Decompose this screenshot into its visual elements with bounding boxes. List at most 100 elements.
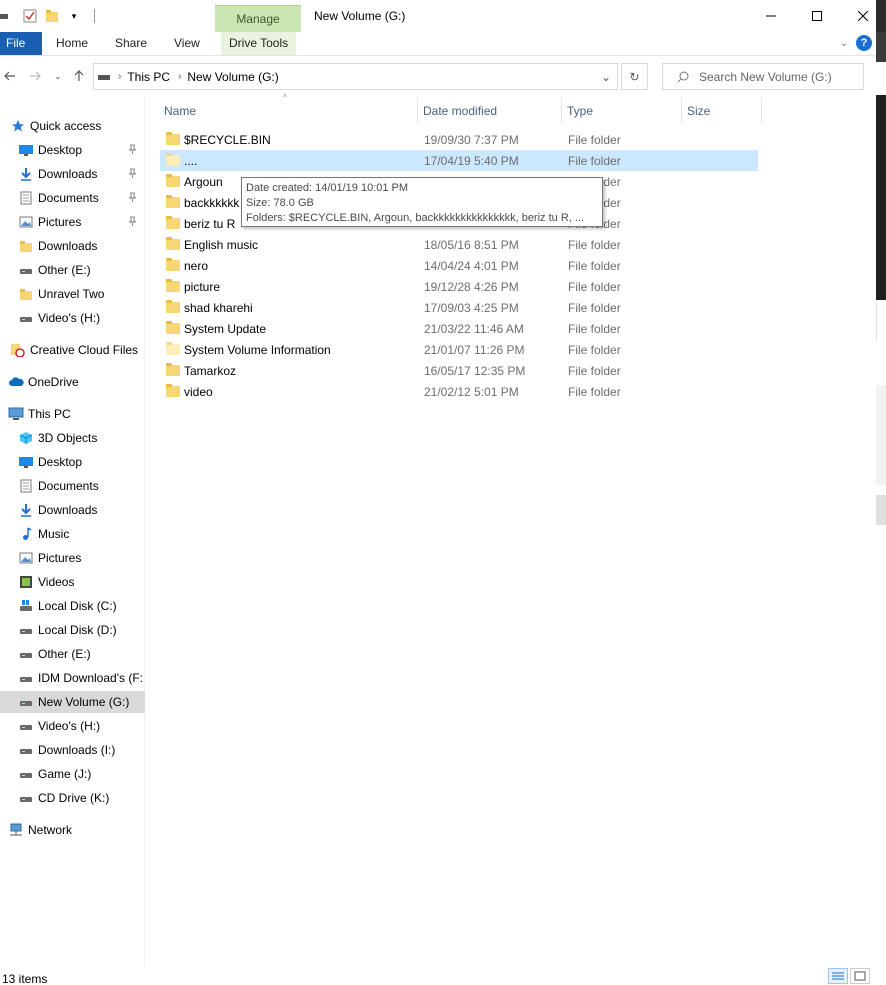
expand-ribbon-icon[interactable]: ⌄ (840, 38, 848, 49)
column-header-size[interactable]: Size (683, 98, 762, 124)
chevron-right-icon[interactable]: › (118, 71, 121, 82)
sidebar-item[interactable]: Desktop (0, 451, 145, 473)
sidebar-item[interactable]: OneDrive (0, 371, 145, 393)
back-button[interactable] (0, 66, 20, 86)
minimize-button[interactable] (748, 0, 794, 32)
sidebar-item[interactable]: Desktop (0, 139, 145, 161)
forward-arrow-icon (30, 71, 41, 81)
large-icons-view-button[interactable] (850, 968, 870, 984)
forward-button[interactable] (25, 66, 45, 86)
drive-icon[interactable] (0, 8, 8, 24)
up-button[interactable] (69, 66, 89, 86)
chevron-right-icon[interactable]: › (178, 71, 181, 82)
sidebar-item[interactable]: Downloads (0, 499, 145, 521)
sidebar-item[interactable]: Downloads (0, 235, 145, 257)
file-type: File folder (568, 259, 621, 273)
sidebar-item[interactable]: Videos (0, 571, 145, 593)
pin-icon[interactable] (128, 144, 137, 157)
refresh-button[interactable]: ↻ (621, 63, 648, 90)
sidebar-item[interactable]: Other (E:) (0, 643, 145, 665)
tab-drive-tools[interactable]: Drive Tools (221, 32, 297, 55)
new-folder-icon[interactable] (44, 8, 60, 24)
file-row[interactable]: Tamarkoz 16/05/17 12:35 PM File folder (160, 360, 758, 381)
column-header-type[interactable]: Type (563, 98, 682, 124)
file-row[interactable]: System Update 21/03/22 11:46 AM File folde… (160, 318, 758, 339)
sidebar-item[interactable]: CD Drive (K:) (0, 787, 145, 809)
properties-icon[interactable] (22, 8, 38, 24)
pin-icon[interactable] (128, 168, 137, 181)
sidebar-item[interactable]: Unravel Two (0, 283, 145, 305)
sidebar-item[interactable]: IDM Download's (F: (0, 667, 145, 689)
file-row[interactable]: picture 19/12/28 4:26 PM File folder (160, 276, 758, 297)
sidebar-item-label: Network (28, 823, 73, 837)
sidebar-item[interactable]: Local Disk (D:) (0, 619, 145, 641)
file-row[interactable]: English music 18/05/16 8:51 PM File folder (160, 234, 758, 255)
sidebar-item-label: Videos (38, 575, 75, 589)
column-header-name[interactable]: Name (160, 98, 418, 124)
sidebar-item-label: Downloads (38, 239, 98, 253)
sidebar-item[interactable]: Downloads (0, 163, 145, 185)
file-date-modified: 21/02/12 5:01 PM (424, 385, 519, 399)
column-header-date-modified[interactable]: Date modified (419, 98, 562, 124)
sidebar-item[interactable]: Music (0, 523, 145, 545)
tab-home[interactable]: Home (56, 32, 88, 55)
file-row[interactable]: $RECYCLE.BIN 19/09/30 7:37 PM File folder (160, 129, 758, 150)
search-input[interactable] (699, 69, 859, 84)
file-row[interactable]: video 21/02/12 5:01 PM File folder (160, 381, 758, 402)
sidebar-item-label: Documents (38, 479, 99, 493)
drive-icon (18, 742, 34, 758)
background-window-edge (876, 95, 886, 300)
tab-view[interactable]: View (174, 32, 200, 55)
file-name: Tamarkoz (184, 364, 237, 378)
tab-share[interactable]: Share (115, 32, 147, 55)
folder-info-tooltip: Date created: 14/01/19 10:01 PM Size: 78… (241, 177, 603, 227)
maximize-button[interactable] (794, 0, 840, 32)
sidebar-item[interactable]: Network (0, 819, 145, 841)
file-name: picture (184, 280, 221, 294)
sidebar-item[interactable]: Video's (H:) (0, 307, 145, 329)
sidebar-item[interactable]: Local Disk (C:) (0, 595, 145, 617)
address-dropdown-icon[interactable]: ⌄ (601, 70, 611, 84)
creative-cloud-icon (10, 342, 26, 358)
breadcrumb-this-pc[interactable]: This PC (127, 70, 170, 84)
pin-icon[interactable] (128, 216, 137, 229)
recent-locations-button[interactable]: ⌄ (48, 66, 68, 86)
sidebar-item[interactable]: Game (J:) (0, 763, 145, 785)
sidebar-item[interactable]: This PC (0, 403, 145, 425)
chevron-down-icon: ⌄ (54, 70, 62, 81)
sort-ascending-icon: ^ (283, 93, 287, 102)
drive-icon (18, 766, 34, 782)
file-type: File folder (568, 238, 621, 252)
file-row[interactable]: .... 17/04/19 5:40 PM File folder (160, 150, 758, 171)
file-row[interactable]: System Volume Information 21/01/07 11:26 … (160, 339, 758, 360)
pin-icon[interactable] (128, 192, 137, 205)
folder-icon (166, 258, 180, 272)
sidebar-item[interactable]: Video's (H:) (0, 715, 145, 737)
search-box[interactable] (662, 63, 864, 90)
sidebar-item[interactable]: New Volume (G:) (0, 691, 145, 713)
sidebar-item[interactable]: Documents (0, 475, 145, 497)
drive-icon (18, 718, 34, 734)
breadcrumb-new-volume[interactable]: New Volume (G:) (187, 70, 278, 84)
details-view-button[interactable] (828, 968, 848, 984)
address-bar[interactable]: › This PC › New Volume (G:) ⌄ (93, 63, 618, 90)
drive-icon (18, 310, 34, 326)
sidebar-item-label: 3D Objects (38, 431, 98, 445)
sidebar-item[interactable]: Other (E:) (0, 259, 145, 281)
file-name: $RECYCLE.BIN (184, 133, 271, 147)
tab-file[interactable]: File (0, 32, 42, 55)
file-row[interactable]: nero 14/04/24 4:01 PM File folder (160, 255, 758, 276)
file-type: File folder (568, 280, 621, 294)
sidebar-item[interactable]: Pictures (0, 211, 145, 233)
computer-icon (8, 406, 24, 422)
file-row[interactable]: shad kharehi 17/09/03 4:25 PM File folder (160, 297, 758, 318)
customize-qat-icon[interactable]: ▾ (66, 8, 82, 24)
sidebar-item[interactable]: 3D Objects (0, 427, 145, 449)
tab-manage[interactable]: Manage (215, 5, 301, 32)
sidebar-item[interactable]: Downloads (I:) (0, 739, 145, 761)
help-icon[interactable]: ? (856, 35, 872, 51)
sidebar-item[interactable]: Documents (0, 187, 145, 209)
sidebar-item[interactable]: Pictures (0, 547, 145, 569)
sidebar-item[interactable]: Creative Cloud Files (0, 339, 145, 361)
sidebar-item[interactable]: Quick access (0, 115, 145, 137)
